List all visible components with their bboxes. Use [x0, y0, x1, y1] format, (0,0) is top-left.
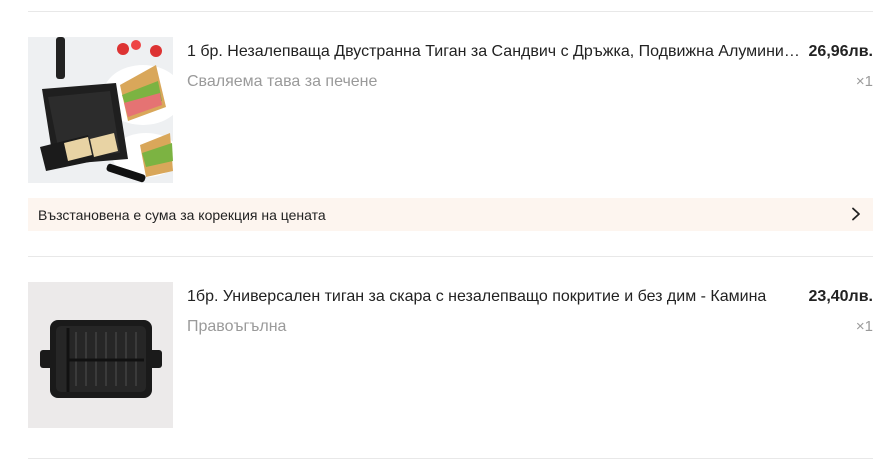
- product-variant: Правоъгълна: [187, 318, 287, 335]
- bottom-divider: [28, 458, 873, 459]
- product-image-grill-pan[interactable]: [28, 282, 173, 428]
- product-title[interactable]: 1бр. Универсален тиган за скара с незале…: [187, 287, 802, 307]
- product-image-sandwich-pan[interactable]: [28, 37, 173, 183]
- price-adjustment-notice[interactable]: Възстановена е сума за корекция на ценат…: [28, 198, 873, 231]
- chevron-right-icon: [852, 207, 860, 221]
- sandwich-pan-photo-icon: [28, 37, 173, 183]
- product-price: 23,40лв.: [808, 288, 873, 305]
- order-item-2[interactable]: 1бр. Универсален тиган за скара с незале…: [28, 282, 873, 428]
- product-variant: Сваляема тава за печене: [187, 73, 378, 90]
- product-quantity: ×1: [855, 73, 873, 90]
- order-item-1[interactable]: 1 бр. Незалепваща Двустранна Тиган за Са…: [28, 37, 873, 183]
- item-divider: [28, 256, 873, 257]
- notice-text: Възстановена е сума за корекция на ценат…: [38, 207, 326, 223]
- product-quantity: ×1: [855, 318, 873, 335]
- product-price: 26,96лв.: [808, 43, 873, 60]
- grill-pan-photo-icon: [28, 282, 173, 428]
- product-title[interactable]: 1 бр. Незалепваща Двустранна Тиган за Са…: [187, 42, 802, 62]
- top-divider: [28, 11, 873, 12]
